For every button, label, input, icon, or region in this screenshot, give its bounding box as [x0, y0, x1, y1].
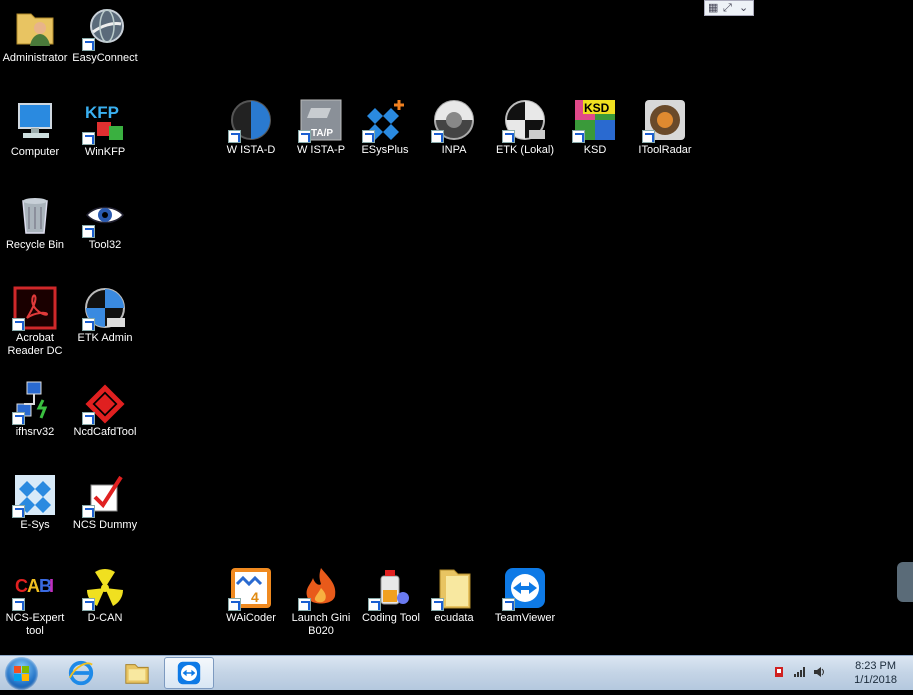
shortcut-arrow-icon — [502, 130, 515, 143]
desktop-icon-teamviewer[interactable]: TeamViewer — [490, 566, 560, 625]
shortcut-arrow-icon — [82, 505, 95, 518]
shortcut-arrow-icon — [82, 598, 95, 611]
desktop-icon-recycle-bin[interactable]: Recycle Bin — [0, 193, 70, 252]
clock[interactable]: 8:23 PM 1/1/2018 — [854, 659, 897, 687]
desktop-icon-administrator[interactable]: Administrator — [0, 6, 70, 65]
taskbar-teamviewer[interactable] — [164, 657, 214, 689]
svg-text:KFP: KFP — [85, 103, 119, 122]
taskbar-internet-explorer[interactable] — [56, 657, 106, 689]
desktop-icon-launch-gini[interactable]: Launch Gini B020 — [286, 566, 356, 638]
fullscreen-icon[interactable]: ⤢ — [723, 2, 732, 15]
chevron-down-icon[interactable]: ⌄ — [739, 2, 748, 15]
teamviewer-icon — [177, 661, 201, 685]
shortcut-arrow-icon — [82, 225, 95, 238]
desktop-icon-ncs-expert[interactable]: C A B I NCS-Expert tool — [0, 566, 70, 638]
shortcut-arrow-icon — [12, 505, 25, 518]
desktop-icon-tool32[interactable]: Tool32 — [70, 193, 140, 252]
svg-text:I: I — [49, 576, 54, 596]
desktop-icon-ksd[interactable]: KSD KSD — [560, 98, 630, 157]
desktop-icon-coding-tool[interactable]: Coding Tool — [356, 566, 426, 625]
desktop-icon-ista-p[interactable]: TA/P W ISTA-P — [286, 98, 356, 157]
desktop-icon-ifhsrv32[interactable]: ifhsrv32 — [0, 380, 70, 439]
desktop-icon-inpa[interactable]: INPA — [419, 98, 489, 157]
desktop: Administrator EasyConnect Computer KFP W… — [0, 0, 913, 655]
shortcut-arrow-icon — [298, 130, 311, 143]
desktop-icon-ecudata[interactable]: ecudata — [419, 566, 489, 625]
recycle-bin-icon — [22, 198, 48, 234]
shortcut-arrow-icon — [642, 130, 655, 143]
svg-text:4: 4 — [251, 589, 259, 605]
desktop-icon-e-sys[interactable]: E-Sys — [0, 473, 70, 532]
svg-text:KSD: KSD — [584, 101, 610, 115]
desktop-icon-etk-lokal[interactable]: ETK (Lokal) — [490, 98, 560, 157]
system-tray: 8:23 PM 1/1/2018 — [753, 656, 913, 689]
shortcut-arrow-icon — [431, 598, 444, 611]
desktop-icon-itoolradar[interactable]: IToolRadar — [630, 98, 700, 157]
internet-explorer-icon — [68, 660, 94, 686]
shortcut-arrow-icon — [298, 598, 311, 611]
shortcut-arrow-icon — [502, 598, 515, 611]
desktop-icon-d-can[interactable]: D-CAN — [70, 566, 140, 625]
shortcut-arrow-icon — [82, 318, 95, 331]
grid-icon[interactable]: ▦ — [708, 2, 718, 15]
shortcut-arrow-icon — [431, 130, 444, 143]
shortcut-arrow-icon — [572, 130, 585, 143]
desktop-icon-ista-d[interactable]: W ISTA-D — [216, 98, 286, 157]
volume-icon[interactable] — [813, 666, 825, 678]
svg-text:TA/P: TA/P — [311, 128, 333, 139]
taskbar: 8:23 PM 1/1/2018 — [0, 655, 913, 690]
shortcut-arrow-icon — [82, 412, 95, 425]
desktop-icon-ncs-dummy[interactable]: NCS Dummy — [70, 473, 140, 532]
shortcut-arrow-icon — [228, 130, 241, 143]
desktop-icon-esysplus[interactable]: ESysPlus — [350, 98, 420, 157]
shortcut-arrow-icon — [12, 412, 25, 425]
clock-time: 8:23 PM — [855, 660, 897, 672]
desktop-icon-winkfp[interactable]: KFP WinKFP — [70, 100, 140, 159]
shortcut-arrow-icon — [82, 132, 95, 145]
shortcut-arrow-icon — [12, 318, 25, 331]
desktop-icon-etk-admin[interactable]: ETK Admin — [70, 286, 140, 345]
shortcut-arrow-icon — [368, 598, 381, 611]
folder-icon — [125, 664, 149, 684]
computer-icon — [18, 103, 52, 138]
desktop-icon-computer[interactable]: Computer — [0, 100, 70, 159]
usb-device-icon[interactable] — [773, 666, 785, 678]
shortcut-arrow-icon — [12, 598, 25, 611]
start-button[interactable] — [5, 657, 38, 690]
desktop-icon-ncdcafdtool[interactable]: NcdCafdTool — [70, 380, 140, 439]
windows-orb-icon — [14, 666, 29, 681]
taskbar-file-explorer[interactable] — [112, 657, 162, 689]
clock-date: 1/1/2018 — [854, 674, 897, 686]
folder-user-icon — [16, 13, 54, 46]
shortcut-arrow-icon — [362, 130, 375, 143]
desktop-icon-waicoder[interactable]: 4 WAiCoder — [216, 566, 286, 625]
network-signal-icon[interactable] — [793, 666, 805, 678]
desktop-icon-easyconnect[interactable]: EasyConnect — [70, 6, 140, 65]
desktop-icon-acrobat[interactable]: Acrobat Reader DC — [0, 286, 70, 358]
remote-session-toolbar[interactable]: ▦ ⤢ ⌄ — [704, 0, 754, 16]
shortcut-arrow-icon — [82, 38, 95, 51]
shortcut-arrow-icon — [228, 598, 241, 611]
teamviewer-side-panel-tab[interactable] — [897, 562, 913, 602]
